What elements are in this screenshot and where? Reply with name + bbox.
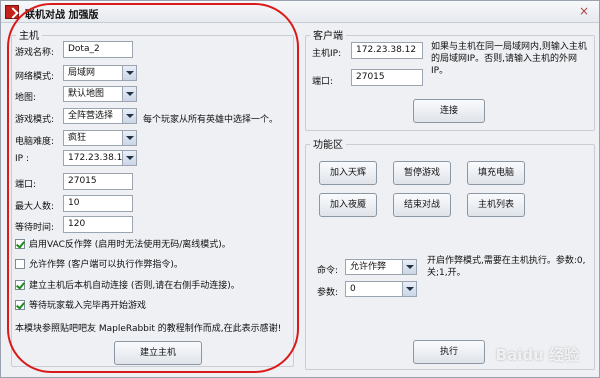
game-name-input[interactable]: Dota_2 bbox=[63, 41, 133, 58]
client-port-input[interactable]: 27015 bbox=[351, 69, 423, 86]
game-mode-select[interactable]: 全阵营选择 bbox=[63, 108, 137, 124]
vac-checkbox-label: 启用VAC反作弊 (启用时无法使用无码/离线模式)。 bbox=[29, 240, 231, 250]
difficulty-select[interactable]: 疯狂 bbox=[63, 130, 137, 146]
command-label: 命令: bbox=[317, 266, 339, 276]
command-select[interactable]: 允许作弊 bbox=[345, 259, 417, 275]
difficulty-label: 电脑难度: bbox=[15, 137, 55, 147]
fill-bots-button[interactable]: 填充电脑 bbox=[467, 161, 525, 185]
end-match-button[interactable]: 结束对战 bbox=[393, 193, 451, 217]
wait-load-checkbox-label: 等待玩家载入完毕再开始游戏 bbox=[29, 301, 147, 311]
chevron-down-icon bbox=[122, 66, 136, 80]
chevron-down-icon bbox=[122, 131, 136, 145]
network-mode-select[interactable]: 局域网 bbox=[63, 65, 137, 81]
watermark: Baidu 经验 bbox=[495, 346, 579, 364]
map-select[interactable]: 默认地图 bbox=[63, 86, 137, 102]
wait-time-input[interactable]: 120 bbox=[63, 216, 133, 233]
app-icon bbox=[5, 5, 19, 19]
network-mode-label: 网络模式: bbox=[15, 72, 55, 82]
ip-label: IP : bbox=[15, 154, 29, 164]
window-title: 联机对战 加强版 bbox=[25, 10, 99, 21]
allow-cheat-checkbox[interactable]: 允许作弊 (客户端可以执行作弊指令)。 bbox=[15, 257, 183, 270]
auto-connect-checkbox-label: 建立主机后本机自动连接 (否则,请在右侧手动连接)。 bbox=[29, 281, 240, 291]
network-mode-value: 局域网 bbox=[68, 68, 96, 78]
client-host-ip-label: 主机IP: bbox=[312, 49, 342, 59]
chevron-down-icon bbox=[402, 260, 416, 274]
command-hint: 开启作弊模式,需要在主机执行。参数:0,关;1,开。 bbox=[427, 256, 586, 278]
auto-connect-checkbox[interactable]: 建立主机后本机自动连接 (否则,请在右侧手动连接)。 bbox=[15, 278, 240, 291]
client-host-ip-input[interactable]: 172.23.38.12 bbox=[351, 42, 423, 59]
vac-checkbox[interactable]: 启用VAC反作弊 (启用时无法使用无码/离线模式)。 bbox=[15, 237, 231, 250]
chevron-down-icon bbox=[122, 151, 136, 165]
param-value: 0 bbox=[350, 284, 356, 294]
param-select[interactable]: 0 bbox=[345, 281, 417, 297]
param-label: 参数: bbox=[317, 288, 339, 298]
chevron-down-icon bbox=[122, 109, 136, 123]
command-value: 允许作弊 bbox=[350, 262, 387, 272]
ip-select[interactable]: 172.23.38.12 bbox=[63, 150, 137, 166]
main-window: 联机对战 加强版 × 主机 游戏名称: Dota_2 网络模式: 局域网 地图:… bbox=[0, 0, 600, 378]
chevron-down-icon bbox=[122, 87, 136, 101]
max-players-input[interactable]: 10 bbox=[63, 195, 133, 212]
credit-text: 本模块参照贴吧吧友 MapleRabbit 的教程制作而成,在此表示感谢! bbox=[15, 324, 282, 334]
host-port-label: 端口: bbox=[15, 180, 37, 190]
game-mode-hint: 每个玩家从所有英雄中选择一个。 bbox=[143, 115, 279, 125]
wait-time-label: 等待时间: bbox=[15, 223, 55, 233]
join-dire-button[interactable]: 加入夜魇 bbox=[319, 193, 377, 217]
execute-button[interactable]: 执行 bbox=[413, 340, 485, 364]
game-mode-value: 全阵营选择 bbox=[68, 111, 114, 121]
ip-value: 172.23.38.12 bbox=[68, 153, 129, 163]
map-value: 默认地图 bbox=[68, 89, 105, 99]
chevron-down-icon bbox=[402, 282, 416, 296]
client-port-label: 端口: bbox=[312, 77, 334, 87]
join-radiant-button[interactable]: 加入天辉 bbox=[319, 161, 377, 185]
max-players-label: 最大人数: bbox=[15, 202, 55, 212]
checkbox-checked-icon bbox=[15, 238, 25, 249]
close-button[interactable]: × bbox=[575, 4, 593, 19]
create-host-button[interactable]: 建立主机 bbox=[114, 341, 202, 365]
connect-button[interactable]: 连接 bbox=[413, 99, 485, 123]
host-port-input[interactable]: 27015 bbox=[63, 173, 133, 190]
client-hint: 如果与主机在同一局域网内,则输入主机的局域网IP。否则,请输入主机的外网IP。 bbox=[431, 42, 587, 76]
game-name-label: 游戏名称: bbox=[15, 48, 55, 58]
map-label: 地图: bbox=[15, 93, 37, 103]
difficulty-value: 疯狂 bbox=[68, 133, 87, 143]
game-mode-label: 游戏模式: bbox=[15, 115, 55, 125]
checkbox-checked-icon bbox=[15, 279, 25, 290]
function-group-label: 功能区 bbox=[310, 136, 346, 151]
allow-cheat-checkbox-label: 允许作弊 (客户端可以执行作弊指令)。 bbox=[29, 260, 183, 270]
host-list-button[interactable]: 主机列表 bbox=[467, 193, 525, 217]
checkbox-unchecked-icon bbox=[15, 258, 25, 269]
host-group-label: 主机 bbox=[16, 27, 42, 42]
title-bar: 联机对战 加强版 × bbox=[1, 1, 599, 23]
checkbox-checked-icon bbox=[15, 299, 25, 310]
client-group-label: 客户端 bbox=[310, 27, 346, 42]
pause-game-button[interactable]: 暂停游戏 bbox=[393, 161, 451, 185]
wait-load-checkbox[interactable]: 等待玩家载入完毕再开始游戏 bbox=[15, 298, 146, 311]
